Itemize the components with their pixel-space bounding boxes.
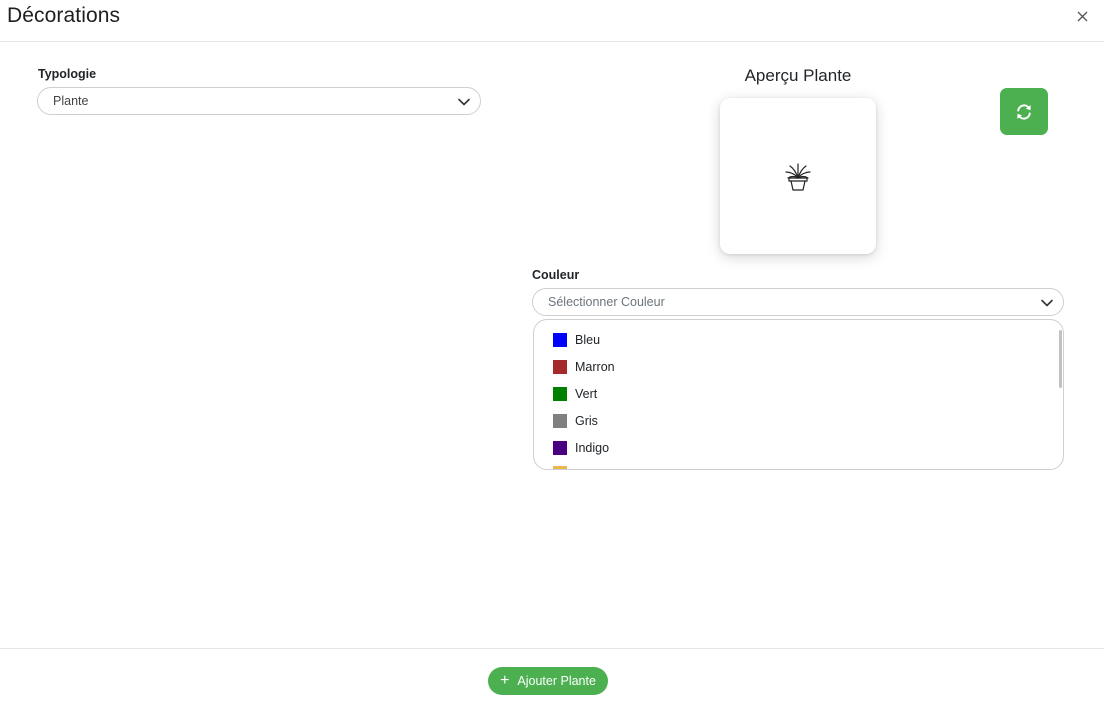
color-option-indigo[interactable]: Indigo: [553, 438, 609, 458]
couleur-placeholder: Sélectionner Couleur: [548, 295, 665, 309]
chevron-down-icon: [1041, 299, 1053, 307]
color-option-label: Gris: [575, 414, 598, 428]
typologie-select[interactable]: Plante: [37, 87, 481, 115]
color-swatch: [553, 414, 567, 428]
color-option-label: Bleu: [575, 333, 601, 347]
chevron-down-icon: [458, 98, 470, 106]
color-swatch: [553, 387, 567, 401]
add-plant-button[interactable]: + Ajouter Plante: [488, 667, 608, 695]
color-swatch: [553, 360, 567, 374]
couleur-select[interactable]: Sélectionner Couleur: [532, 288, 1064, 316]
color-option-vert[interactable]: Vert: [553, 384, 597, 404]
color-option-bleu[interactable]: Bleu: [553, 330, 600, 350]
couleur-dropdown[interactable]: Bleu Marron Vert Gris Indigo: [533, 319, 1064, 470]
typologie-value: Plante: [53, 94, 89, 108]
color-swatch: [553, 466, 567, 469]
color-option-label: Vert: [575, 387, 598, 401]
refresh-icon: [1017, 103, 1031, 120]
plus-icon: +: [500, 672, 510, 689]
refresh-button[interactable]: [1000, 88, 1048, 135]
preview-card: [720, 98, 876, 254]
add-plant-label: Ajouter Plante: [517, 674, 596, 688]
color-option-label: Indigo: [575, 441, 610, 455]
modal-header: Décorations: [0, 0, 1104, 42]
color-option-label: Marron: [575, 360, 615, 374]
preview-title: Aperçu Plante: [744, 66, 852, 85]
close-button[interactable]: [1072, 6, 1092, 26]
close-icon: [1077, 11, 1087, 21]
modal-title: Décorations: [7, 4, 121, 27]
color-option-marron[interactable]: Marron: [553, 357, 615, 377]
couleur-label: Couleur: [532, 268, 580, 282]
color-option-partial[interactable]: [553, 463, 575, 469]
color-swatch: [553, 441, 567, 455]
plant-pot-icon: [785, 163, 811, 191]
typologie-label: Typologie: [38, 67, 97, 81]
dropdown-scrollbar[interactable]: [1059, 330, 1062, 388]
color-swatch: [553, 333, 567, 347]
color-option-gris[interactable]: Gris: [553, 411, 598, 431]
